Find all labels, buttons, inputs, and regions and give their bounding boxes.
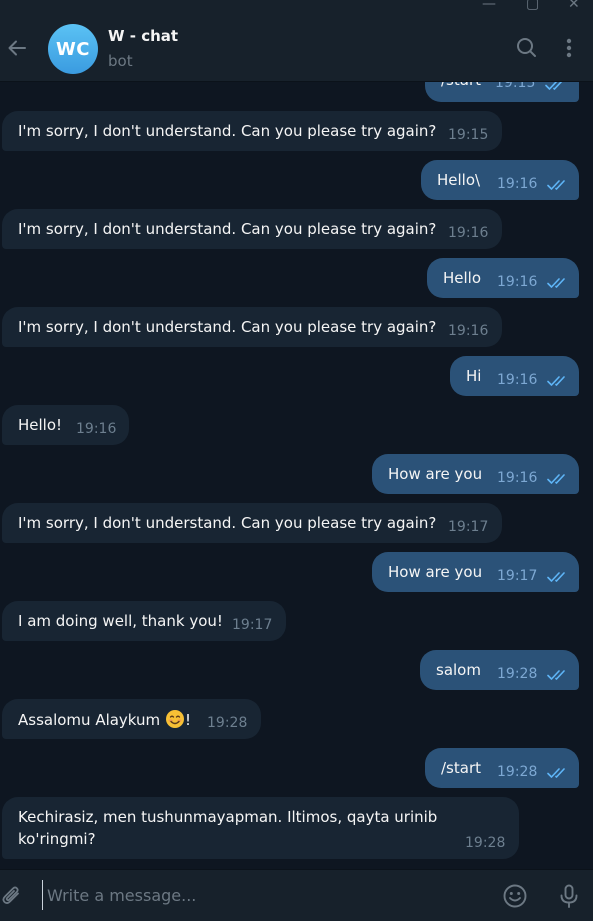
message-time: 19:16 <box>448 323 489 339</box>
message-text: I'm sorry, I don't understand. Can you p… <box>18 220 437 238</box>
incoming-message[interactable]: Hello! 19:16 <box>2 405 129 445</box>
outgoing-message[interactable]: Hello\ 19:16 <box>421 160 579 200</box>
message-text: Hello\ <box>437 171 481 189</box>
message-text: I am doing well, thank you! <box>18 612 223 630</box>
message-text: Hello <box>443 269 482 287</box>
message-time: 19:15 <box>495 82 536 91</box>
message-time: 19:16 <box>497 470 538 486</box>
double-check-icon <box>547 180 565 190</box>
message-time: 19:16 <box>76 421 117 437</box>
message-time: 19:17 <box>232 617 273 633</box>
outgoing-message[interactable]: /start 19:15 <box>425 82 579 102</box>
chat-status: bot <box>108 52 133 70</box>
paperclip-icon[interactable] <box>0 883 25 909</box>
message-text: /start <box>441 82 481 91</box>
minimize-button[interactable]: — <box>482 0 496 13</box>
message-text: Assalomu Alaykum ! <box>18 709 191 731</box>
arrow-left-icon[interactable] <box>4 35 30 61</box>
smiling-face-emoji <box>165 710 184 728</box>
message-time: 19:16 <box>448 225 489 241</box>
message-text: I'm sorry, I don't understand. Can you p… <box>18 514 437 532</box>
outgoing-message[interactable]: /start 19:28 <box>425 748 579 788</box>
double-check-icon <box>545 82 563 90</box>
message-text: How are you <box>388 465 483 483</box>
message-text-line2: ko'ringmi? <box>18 830 96 848</box>
close-window-button[interactable]: ✕ <box>568 0 580 13</box>
message-time: 19:28 <box>497 666 538 682</box>
double-check-icon <box>547 572 565 582</box>
more-vertical-icon[interactable] <box>556 35 582 61</box>
outgoing-message[interactable]: How are you 19:17 <box>372 552 579 592</box>
message-text: I'm sorry, I don't understand. Can you p… <box>18 318 437 336</box>
message-text: /start <box>441 759 481 777</box>
message-time: 19:16 <box>497 176 538 192</box>
message-time: 19:17 <box>448 519 489 535</box>
maximize-button[interactable]: ▢ <box>526 0 539 13</box>
incoming-message[interactable]: I'm sorry, I don't understand. Can you p… <box>2 209 502 249</box>
incoming-message[interactable]: I am doing well, thank you! 19:17 <box>2 601 286 641</box>
message-text: How are you <box>388 563 483 581</box>
double-check-icon <box>547 278 565 288</box>
search-icon[interactable] <box>514 35 540 61</box>
incoming-message[interactable]: I'm sorry, I don't understand. Can you p… <box>2 307 502 347</box>
message-text-suffix: ! <box>184 711 191 729</box>
message-time: 19:16 <box>497 274 538 290</box>
double-check-icon <box>547 768 565 778</box>
message-text: Kechirasiz, men tushunmayapman. Iltimos,… <box>18 808 438 826</box>
message-time: 19:28 <box>207 715 248 731</box>
incoming-message[interactable]: I'm sorry, I don't understand. Can you p… <box>2 503 502 543</box>
message-text: salom <box>436 661 481 679</box>
message-list[interactable]: /start 19:15 I'm sorry, I don't understa… <box>0 82 593 869</box>
outgoing-message[interactable]: salom 19:28 <box>420 650 579 690</box>
message-text: Hi <box>466 367 482 385</box>
message-text: Hello! <box>18 416 63 434</box>
message-input[interactable] <box>42 880 487 910</box>
emoji-icon[interactable] <box>502 883 528 909</box>
message-text-main: Assalomu Alaykum <box>18 711 161 729</box>
window-titlebar: — ▢ ✕ <box>0 0 593 17</box>
double-check-icon <box>547 670 565 680</box>
double-check-icon <box>547 376 565 386</box>
incoming-message[interactable]: I'm sorry, I don't understand. Can you p… <box>2 111 502 151</box>
message-time: 19:28 <box>497 764 538 780</box>
incoming-message[interactable]: Kechirasiz, men tushunmayapman. Iltimos,… <box>2 797 519 859</box>
message-time: 19:17 <box>497 568 538 584</box>
message-text: I'm sorry, I don't understand. Can you p… <box>18 122 437 140</box>
message-time: 19:15 <box>448 127 489 143</box>
incoming-message[interactable]: Assalomu Alaykum ! 19:28 <box>2 699 261 739</box>
microphone-icon[interactable] <box>556 883 582 909</box>
message-composer <box>0 869 593 921</box>
avatar[interactable]: WC <box>48 24 98 74</box>
message-time: 19:28 <box>465 835 506 851</box>
message-time: 19:16 <box>497 372 538 388</box>
chat-header: WC W - chat bot <box>0 17 593 82</box>
chat-title[interactable]: W - chat <box>108 27 178 45</box>
outgoing-message[interactable]: Hello 19:16 <box>427 258 579 298</box>
double-check-icon <box>547 474 565 484</box>
outgoing-message[interactable]: Hi 19:16 <box>450 356 579 396</box>
outgoing-message[interactable]: How are you 19:16 <box>372 454 579 494</box>
